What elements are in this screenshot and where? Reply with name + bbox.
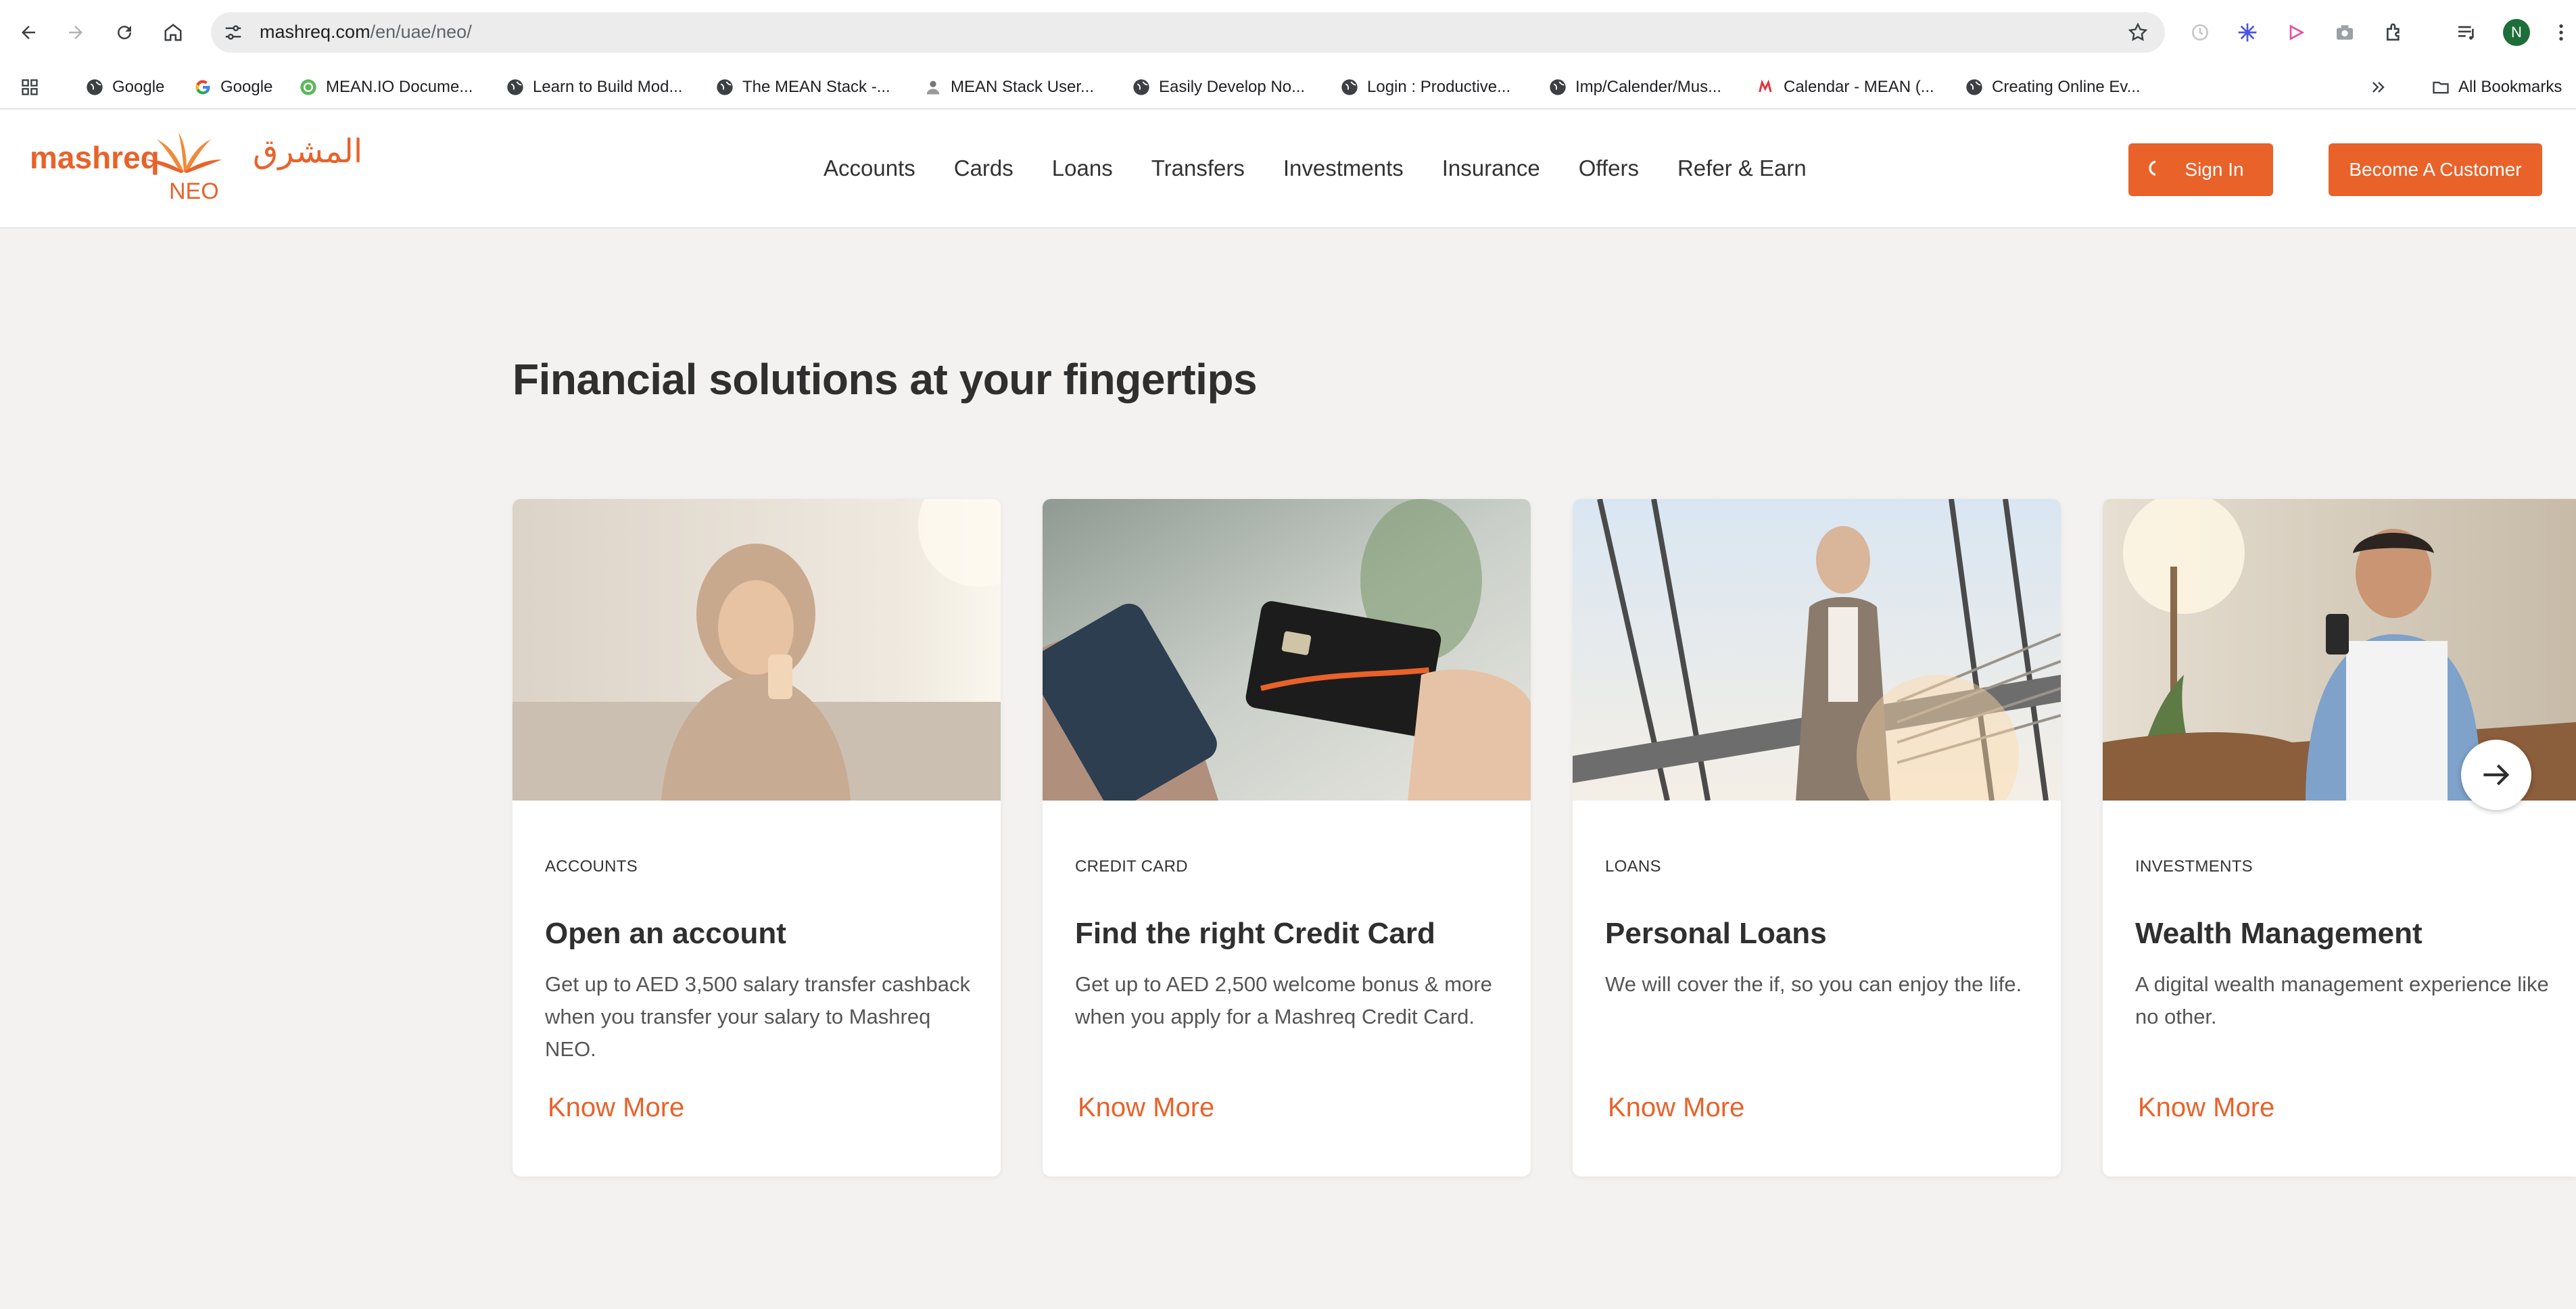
card-description: Get up to AED 2,500 welcome bonus & more… — [1075, 972, 1492, 1028]
arrow-right-icon — [2483, 764, 2510, 786]
sign-in-button[interactable]: Sign In — [2155, 143, 2273, 196]
nav-investments[interactable]: Investments — [1283, 156, 1404, 181]
browser-menu-icon[interactable] — [2549, 20, 2573, 45]
bookmark-item[interactable]: Calendar - MEAN (... — [1757, 74, 1934, 100]
product-card-accounts[interactable]: ACCOUNTS Open an account Get up to AED 3… — [512, 499, 1001, 1176]
apps-grid-icon[interactable] — [20, 74, 47, 100]
card-title: Find the right Credit Card — [1075, 917, 1435, 950]
extension-snowflake-icon[interactable] — [2235, 20, 2260, 45]
nav-accounts[interactable]: Accounts — [824, 156, 915, 181]
card-category: LOANS — [1605, 857, 1661, 876]
google-icon — [193, 78, 212, 97]
globe-icon — [85, 78, 104, 97]
reload-icon[interactable] — [110, 18, 139, 47]
know-more-link[interactable]: Know More — [2138, 1093, 2274, 1123]
product-card-loans[interactable]: LOANS Personal Loans We will cover the i… — [1573, 499, 2061, 1176]
nav-insurance[interactable]: Insurance — [1442, 156, 1540, 181]
bookmark-item[interactable]: Login : Productive... — [1340, 74, 1510, 100]
card-category: ACCOUNTS — [545, 857, 638, 876]
know-more-link[interactable]: Know More — [548, 1093, 684, 1123]
globe-icon — [1132, 78, 1151, 97]
know-more-link[interactable]: Know More — [1608, 1093, 1744, 1123]
woman-escalator-photo — [1573, 499, 2061, 801]
back-icon[interactable] — [14, 18, 43, 47]
main-navigation: Accounts Cards Loans Transfers Investmen… — [824, 156, 1845, 181]
site-settings-icon[interactable] — [223, 22, 243, 43]
sun-logo-icon — [146, 133, 222, 173]
nav-offers[interactable]: Offers — [1579, 156, 1639, 181]
bookmark-item[interactable]: Google — [193, 74, 272, 100]
mashreq-neo-logo[interactable]: mashreq المشرق NEO — [27, 130, 362, 211]
folder-icon — [2431, 78, 2450, 97]
bookmark-item[interactable]: Google — [85, 74, 164, 100]
more-bookmarks-chevron-icon[interactable] — [2369, 74, 2396, 100]
card-category: INVESTMENTS — [2135, 857, 2253, 876]
all-bookmarks-folder[interactable]: All Bookmarks — [2431, 74, 2562, 100]
card-category: CREDIT CARD — [1075, 857, 1188, 876]
profile-avatar[interactable]: N — [2503, 19, 2530, 46]
know-more-link[interactable]: Know More — [1078, 1093, 1214, 1123]
become-customer-button[interactable]: Become A Customer — [2329, 143, 2542, 196]
page-headline: Financial solutions at your fingertips — [512, 355, 1258, 404]
bookmark-item[interactable]: The MEAN Stack -... — [715, 74, 890, 100]
nav-transfers[interactable]: Transfers — [1151, 156, 1245, 181]
bookmark-item[interactable]: Easily Develop No... — [1132, 74, 1305, 100]
card-title: Wealth Management — [2135, 917, 2423, 950]
nav-loans[interactable]: Loans — [1052, 156, 1113, 181]
nav-cards[interactable]: Cards — [954, 156, 1013, 181]
product-card-credit-card[interactable]: CREDIT CARD Find the right Credit Card G… — [1043, 499, 1531, 1176]
bookmark-star-icon[interactable] — [2127, 22, 2149, 43]
address-bar[interactable]: mashreq.com/en/uae/neo/ — [211, 12, 2165, 53]
card-title: Personal Loans — [1605, 917, 1827, 950]
card-description: Get up to AED 3,500 salary transfer cash… — [545, 972, 970, 1061]
globe-icon — [506, 78, 525, 97]
globe-icon — [1340, 78, 1359, 97]
home-icon[interactable] — [158, 18, 188, 47]
credit-card-photo — [1043, 499, 1531, 801]
card-description: We will cover the if, so you can enjoy t… — [1605, 972, 2022, 996]
nav-refer-earn[interactable]: Refer & Earn — [1677, 156, 1807, 181]
user-group-icon — [924, 78, 943, 97]
url-text: mashreq.com/en/uae/neo/ — [260, 22, 472, 42]
browser-toolbar: mashreq.com/en/uae/neo/ N — [0, 0, 2576, 65]
carousel-next-button[interactable] — [2461, 740, 2531, 810]
globe-icon — [1965, 78, 1984, 97]
bookmark-item[interactable]: MEAN Stack User... — [924, 74, 1094, 100]
extensions-puzzle-icon[interactable] — [2383, 20, 2407, 45]
extension-camera-icon[interactable] — [2333, 20, 2357, 45]
globe-icon — [1548, 78, 1567, 97]
product-card-investments[interactable]: INVESTMENTS Wealth Management A digital … — [2103, 499, 2576, 1176]
extension-clock-icon[interactable] — [2188, 20, 2212, 45]
meanio-icon — [299, 78, 318, 97]
card-title: Open an account — [545, 917, 786, 950]
site-header: mashreq المشرق NEO Accounts Cards Loans … — [0, 110, 2576, 229]
card-description: A digital wealth management experience l… — [2135, 972, 2549, 1028]
bookmark-item[interactable]: Imp/Calender/Mus... — [1548, 74, 1721, 100]
bookmark-item[interactable]: Creating Online Ev... — [1965, 74, 2141, 100]
woman-phone-photo — [512, 499, 1001, 801]
globe-icon — [715, 78, 734, 97]
bookmark-item[interactable]: MEAN.IO Docume... — [299, 74, 473, 100]
media-queue-icon[interactable] — [2454, 20, 2479, 45]
bookmark-item[interactable]: Learn to Build Mod... — [506, 74, 682, 100]
meetup-icon — [1757, 78, 1775, 97]
bookmarks-bar: Google Google MEAN.IO Docume... Learn to… — [0, 65, 2576, 110]
extension-play-icon[interactable] — [2284, 20, 2308, 45]
forward-icon[interactable] — [61, 18, 91, 47]
